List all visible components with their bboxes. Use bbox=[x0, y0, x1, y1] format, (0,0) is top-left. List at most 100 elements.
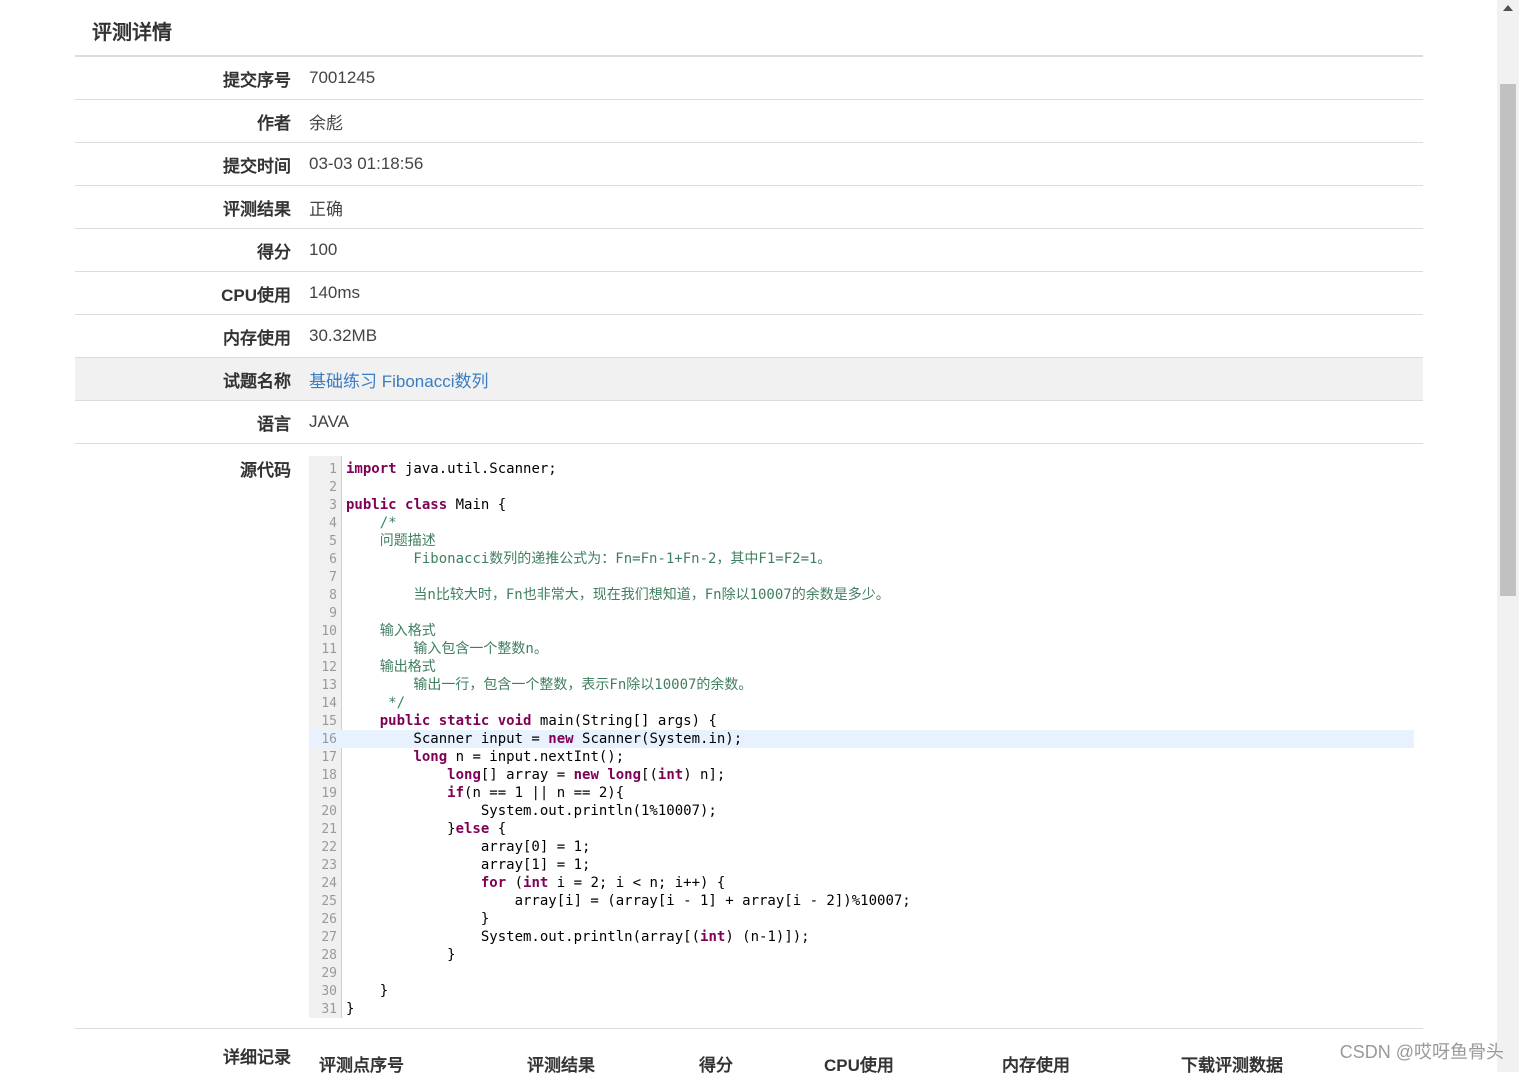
code-token: } bbox=[346, 911, 490, 927]
watermark: CSDN @哎呀鱼骨头 bbox=[1339, 1042, 1504, 1062]
code-token: [( bbox=[641, 767, 658, 783]
code-line: 21 }else { bbox=[309, 820, 1414, 838]
code-text: array[i] = (array[i - 1] + array[i - 2])… bbox=[346, 892, 911, 910]
code-line: 7 bbox=[309, 568, 1414, 586]
code-text: } bbox=[346, 1000, 354, 1018]
line-number: 20 bbox=[321, 804, 337, 819]
line-number: 7 bbox=[329, 570, 337, 585]
code-line: 29 bbox=[309, 964, 1414, 982]
line-number: 13 bbox=[321, 678, 337, 693]
code-token: ( bbox=[506, 875, 524, 891]
code-text: 输入格式 bbox=[346, 622, 436, 640]
code-text: import java.util.Scanner; bbox=[346, 460, 557, 478]
code-keyword: int bbox=[700, 929, 726, 945]
code-text: /* bbox=[346, 514, 397, 532]
cpu-value: 140ms bbox=[309, 283, 361, 302]
memory-value: 30.32MB bbox=[309, 326, 378, 345]
code-token: i = 2; i < n; i++) { bbox=[548, 875, 726, 891]
scrollbar-thumb[interactable] bbox=[1500, 84, 1516, 596]
code-keyword: new bbox=[548, 731, 574, 747]
row-language: 语言 JAVA bbox=[75, 401, 1423, 444]
line-number: 30 bbox=[321, 984, 337, 999]
code-line: 11 输入包含一个整数n。 bbox=[309, 640, 1414, 658]
code-line: 13 输出一行，包含一个整数，表示Fn除以10007的余数。 bbox=[309, 676, 1414, 694]
code-keyword: int bbox=[523, 875, 549, 891]
submit-id-label: 提交序号 bbox=[223, 70, 291, 90]
code-keyword: for bbox=[480, 875, 507, 891]
language-label: 语言 bbox=[257, 414, 291, 434]
code-keyword: public bbox=[346, 497, 397, 513]
detail-column-header: 下载评测数据 bbox=[1181, 1056, 1283, 1075]
code-text: } bbox=[346, 910, 489, 928]
line-number: 4 bbox=[329, 516, 337, 531]
code-token: array[i] = (array[i - 1] + array[i - 2])… bbox=[346, 893, 911, 909]
code-line: 20 System.out.println(1%10007); bbox=[309, 802, 1414, 820]
code-text: long n = input.nextInt(); bbox=[346, 748, 624, 766]
detail-column-header: 得分 bbox=[699, 1056, 733, 1075]
code-line: 26 } bbox=[309, 910, 1414, 928]
code-comment: 输出一行，包含一个整数，表示Fn除以10007的余数。 bbox=[346, 677, 753, 693]
score-value: 100 bbox=[309, 240, 338, 259]
line-number: 22 bbox=[321, 840, 337, 855]
code-line: 3 public class Main { bbox=[309, 496, 1414, 514]
code-comment: 问题描述 bbox=[346, 533, 436, 549]
row-author: 作者 余彪 bbox=[75, 100, 1423, 143]
code-line: 30 } bbox=[309, 982, 1414, 1000]
code-line: 1 import java.util.Scanner; bbox=[309, 460, 1414, 478]
code-text: } bbox=[346, 946, 455, 964]
code-token: Scanner input = bbox=[346, 731, 549, 747]
code-line: 15 public static void main(String[] args… bbox=[309, 712, 1414, 730]
source-code-viewer[interactable]: 1 import java.util.Scanner; 2 3 public class… bbox=[309, 456, 1414, 1018]
code-text: public class Main { bbox=[346, 496, 506, 514]
line-number: 5 bbox=[329, 534, 337, 549]
detail-records-row: 详细记录 评测点序号 评测结果 得分 CPU使用 内存使用 下载评测数据 bbox=[75, 1029, 1423, 1075]
code-line: 31} bbox=[309, 1000, 1414, 1018]
problem-link[interactable]: 基础练习 Fibonacci数列 bbox=[291, 367, 488, 392]
code-line: 10 输入格式 bbox=[309, 622, 1414, 640]
code-line: 22 array[0] = 1; bbox=[309, 838, 1414, 856]
code-token: main(String[] args) { bbox=[531, 713, 717, 729]
result-label: 评测结果 bbox=[223, 199, 291, 219]
code-line: 24 for (int i = 2; i < n; i++) { bbox=[309, 874, 1414, 892]
line-number: 28 bbox=[321, 948, 337, 963]
code-keyword: if bbox=[447, 785, 465, 801]
submit-time-label: 提交时间 bbox=[223, 156, 291, 176]
vertical-scrollbar[interactable] bbox=[1497, 0, 1519, 1072]
code-token: Main { bbox=[447, 497, 507, 513]
code-token: } bbox=[346, 983, 389, 999]
code-line: 6 Fibonacci数列的递推公式为：Fn=Fn-1+Fn-2，其中F1=F2… bbox=[309, 550, 1414, 568]
code-text: } bbox=[346, 982, 388, 1000]
code-text: long[] array = new long[(int) n]; bbox=[346, 766, 725, 784]
code-keyword: long bbox=[607, 767, 642, 783]
code-line: 8 当n比较大时，Fn也非常大，现在我们想知道，Fn除以10007的余数是多少。 bbox=[309, 586, 1414, 604]
code-token: Scanner(System.in); bbox=[573, 731, 743, 747]
scroll-up-arrow-icon[interactable] bbox=[1503, 5, 1513, 11]
code-comment: /* bbox=[346, 515, 397, 531]
row-score: 得分 100 bbox=[75, 229, 1423, 272]
code-line: 14 */ bbox=[309, 694, 1414, 712]
memory-label: 内存使用 bbox=[223, 328, 291, 348]
code-text: array[1] = 1; bbox=[346, 856, 591, 874]
code-line: 18 long[] array = new long[(int) n]; bbox=[309, 766, 1414, 784]
code-line: 16 Scanner input = new Scanner(System.in… bbox=[309, 730, 1414, 748]
code-token: System.out.println(1%10007); bbox=[346, 803, 717, 819]
code-text: System.out.println(1%10007); bbox=[346, 802, 717, 820]
code-line: 17 long n = input.nextInt(); bbox=[309, 748, 1414, 766]
detail-column-header: 评测结果 bbox=[527, 1056, 595, 1075]
line-number: 2 bbox=[329, 480, 337, 495]
code-text: 输入包含一个整数n。 bbox=[346, 640, 547, 658]
row-result: 评测结果 正确 bbox=[75, 186, 1423, 229]
row-problem: 试题名称 基础练习 Fibonacci数列 bbox=[75, 358, 1423, 401]
cpu-label: CPU使用 bbox=[221, 285, 291, 305]
line-number: 9 bbox=[329, 606, 337, 621]
code-text: array[0] = 1; bbox=[346, 838, 591, 856]
code-token: n = input.nextInt(); bbox=[447, 749, 625, 765]
code-text: 问题描述 bbox=[346, 532, 436, 550]
code-token: { bbox=[489, 821, 507, 837]
line-number: 15 bbox=[321, 714, 337, 729]
